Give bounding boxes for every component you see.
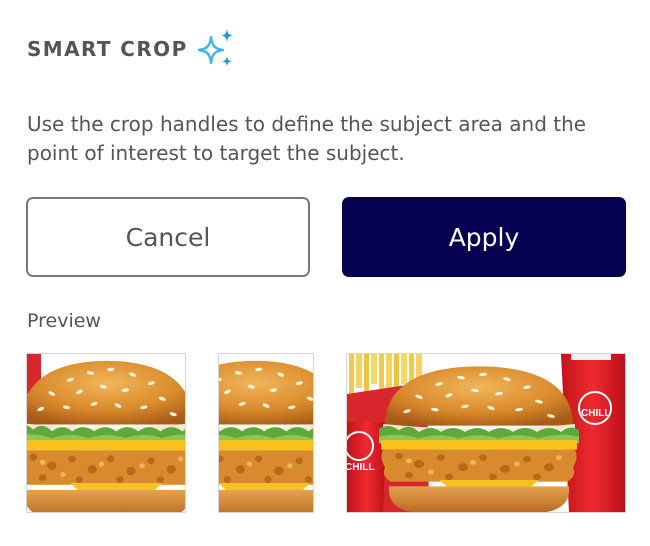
cancel-button-label: Cancel bbox=[125, 222, 211, 252]
cup-logo-text-left: CHILL bbox=[347, 462, 374, 473]
apply-button-label: Apply bbox=[448, 222, 520, 252]
smart-crop-panel: SMART CROP Use the crop handles to defin… bbox=[0, 0, 650, 546]
panel-title: SMART CROP bbox=[27, 37, 188, 61]
panel-header: SMART CROP bbox=[27, 28, 237, 70]
preview-label: Preview bbox=[27, 310, 101, 332]
cancel-button[interactable]: Cancel bbox=[26, 197, 310, 277]
burger-image bbox=[27, 354, 185, 512]
preview-thumbnail-portrait bbox=[218, 353, 314, 513]
meal-image: CHILL CHILL bbox=[347, 354, 625, 512]
cup-logo-text-right: CHILL bbox=[581, 408, 610, 419]
preview-thumbnail-landscape: CHILL CHILL bbox=[346, 353, 626, 513]
burger-image bbox=[219, 354, 313, 512]
apply-button[interactable]: Apply bbox=[342, 197, 626, 277]
preview-thumbnail-square bbox=[26, 353, 186, 513]
instructions-text: Use the crop handles to define the subje… bbox=[27, 112, 587, 165]
sparkle-icon bbox=[197, 29, 233, 67]
